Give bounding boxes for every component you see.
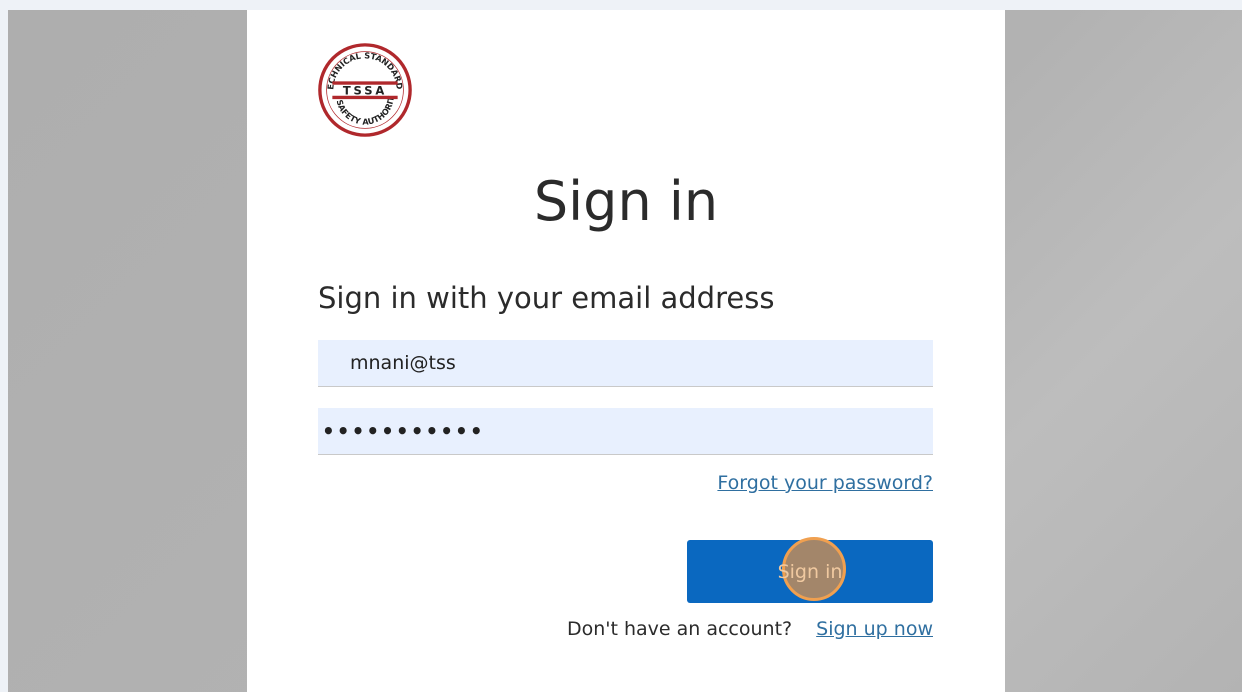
sign-in-button[interactable]: Sign in	[687, 537, 933, 603]
forgot-password-link[interactable]: Forgot your password?	[717, 472, 933, 494]
sign-in-button-label: Sign in	[777, 560, 843, 583]
password-input[interactable]	[318, 408, 933, 455]
sign-up-link[interactable]: Sign up now	[816, 618, 933, 640]
page-title: Sign in	[533, 170, 719, 233]
form-subtitle: Sign in with your email address	[318, 281, 775, 315]
sign-in-card: TECHNICAL STANDARDS & SAFETY AUTHORITY T…	[247, 10, 1005, 692]
tssa-logo: TECHNICAL STANDARDS & SAFETY AUTHORITY T…	[317, 42, 412, 137]
signup-row: Don't have an account? Sign up now	[567, 618, 933, 640]
svg-text:TSSA: TSSA	[343, 83, 387, 97]
signup-prompt: Don't have an account?	[566, 618, 793, 640]
email-input[interactable]	[318, 340, 933, 387]
